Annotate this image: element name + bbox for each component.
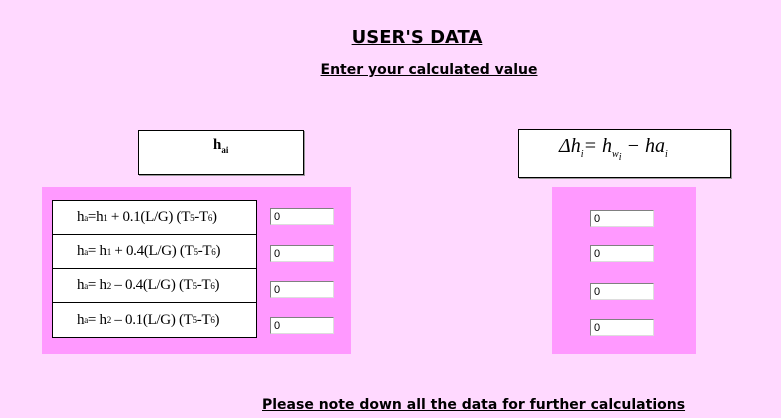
formula-row-4: h a = h2 – 0.1(L/G) (T 5 -T 6)	[77, 311, 220, 328]
formula-row-1: h a =h 1 + 0.1(L/G) (T 5 -T 6)	[53, 201, 256, 235]
delta-h-input-4[interactable]	[590, 319, 654, 336]
hai-header-box: hai	[138, 130, 304, 175]
ha-panel: h a =h 1 + 0.1(L/G) (T 5 -T 6) h a = h1 + 0.4(L/…	[42, 187, 351, 354]
delta-h-header-box: Δhi= hwi − hai	[518, 129, 731, 178]
formula-row-3: h a = h2 – 0.4(L/G) (T 5 -T 6)	[53, 269, 256, 303]
formula-row-2: h a = h1 + 0.4(L/G) (T 5 -T 6)	[53, 235, 256, 269]
ha-input-4[interactable]	[270, 317, 334, 334]
delta-h-panel	[552, 187, 696, 354]
page-subtitle: Enter your calculated value	[320, 62, 538, 78]
delta-h-formula: Δhi= hwi − hai	[559, 135, 668, 163]
ha-input-3[interactable]	[270, 281, 334, 298]
hai-header-label: hai	[213, 137, 229, 155]
ha-input-2[interactable]	[270, 245, 334, 262]
delta-h-input-1[interactable]	[590, 210, 654, 227]
footer-note: Please note down all the data for furthe…	[262, 397, 686, 413]
ha-input-1[interactable]	[270, 208, 334, 225]
delta-h-input-2[interactable]	[590, 245, 654, 262]
delta-h-input-3[interactable]	[590, 283, 654, 300]
formula-table: h a =h 1 + 0.1(L/G) (T 5 -T 6) h a = h1 + 0.4(L/…	[52, 200, 257, 338]
page-title: USER'S DATA	[351, 27, 483, 48]
